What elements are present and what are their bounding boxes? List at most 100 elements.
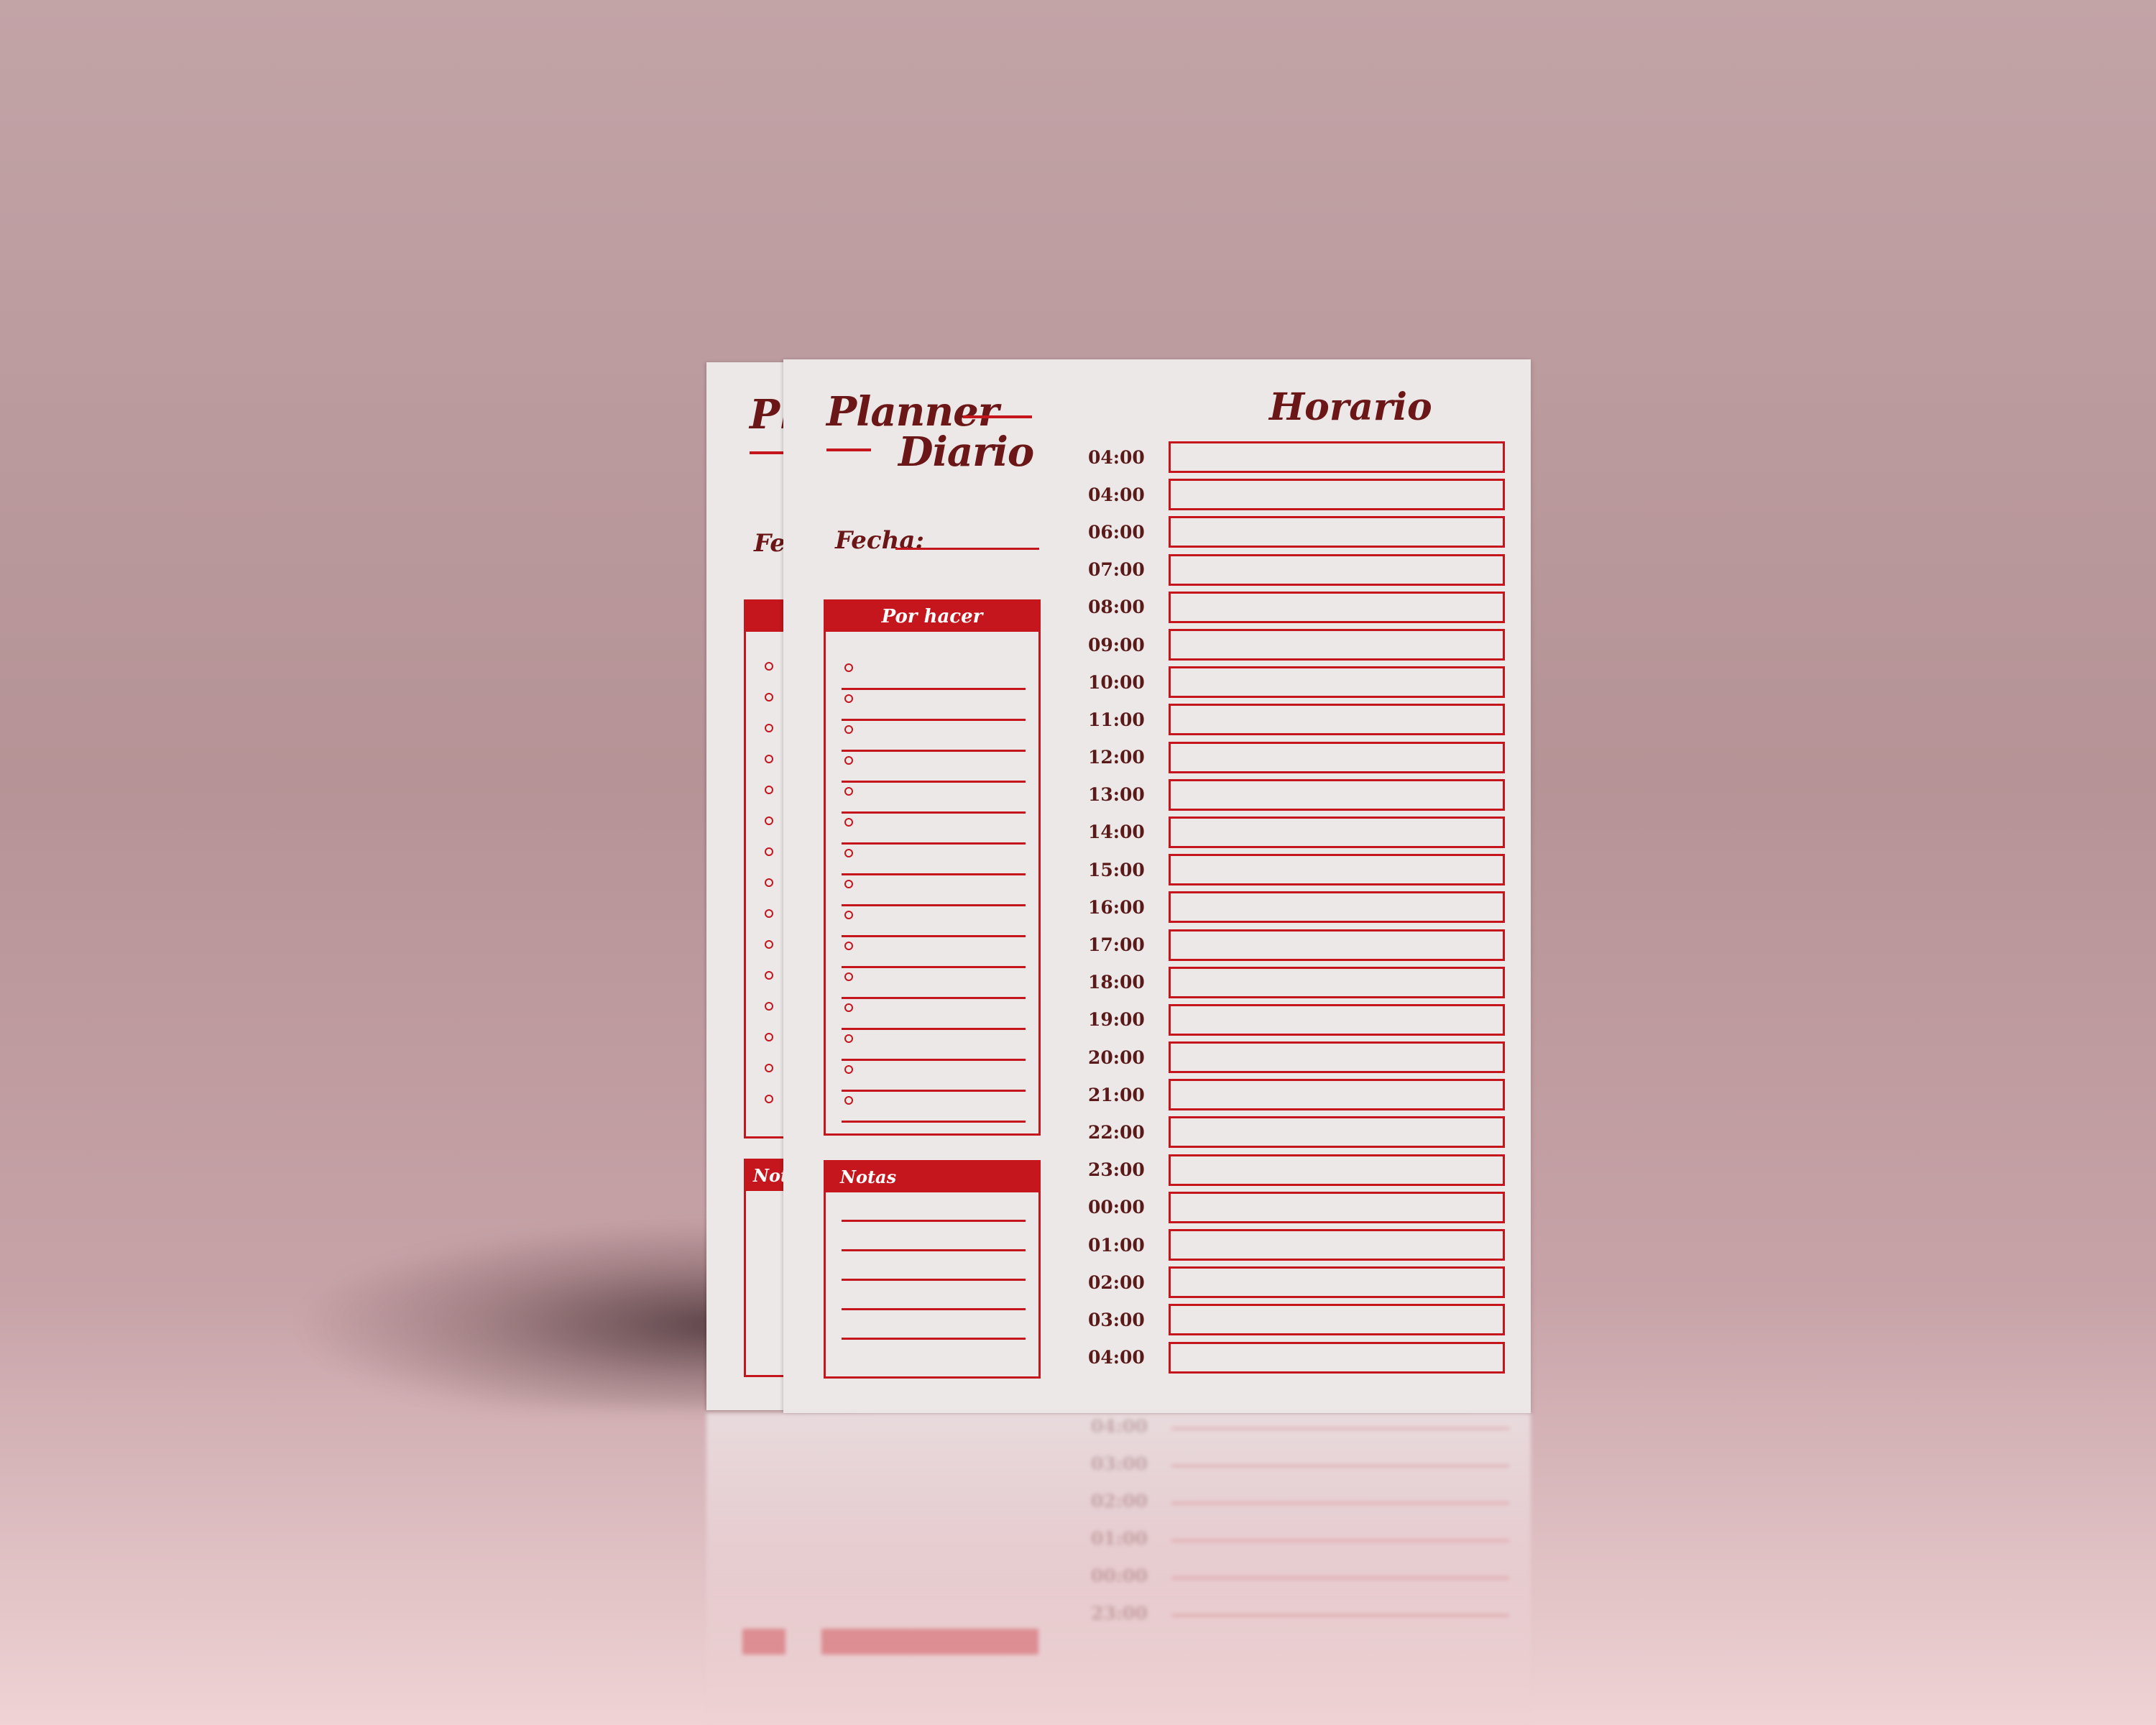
todo-item xyxy=(842,937,1026,968)
schedule-slot: 21:00 xyxy=(1088,1076,1505,1113)
schedule-entry-box xyxy=(1169,741,1505,773)
schedule-slot: 02:00 xyxy=(1088,1264,1505,1301)
fecha-field-line xyxy=(895,548,1039,550)
schedule-slot: 09:00 xyxy=(1088,626,1505,663)
schedule-time: 00:00 xyxy=(1088,1197,1145,1218)
schedule-entry-box xyxy=(1169,891,1505,924)
todo-item xyxy=(842,752,1026,783)
schedule-time: 15:00 xyxy=(1088,859,1145,880)
bullet-icon xyxy=(765,1095,773,1103)
schedule-time: 06:00 xyxy=(1088,521,1145,543)
schedule-slot: 14:00 xyxy=(1088,814,1505,851)
schedule-time: 04:00 xyxy=(1088,446,1145,468)
bullet-icon xyxy=(765,724,773,732)
schedule-time: 18:00 xyxy=(1088,972,1145,993)
schedule-slot: 13:00 xyxy=(1088,776,1505,814)
back-todo-box xyxy=(744,599,787,1138)
schedule-entry-box xyxy=(1169,1229,1505,1261)
schedule-time: 19:00 xyxy=(1088,1009,1145,1031)
schedule-entry-box xyxy=(1169,966,1505,998)
todo-item xyxy=(842,875,1026,906)
schedule-slot: 11:00 xyxy=(1088,701,1505,738)
bullet-icon xyxy=(844,942,853,950)
schedule-time: 16:00 xyxy=(1088,896,1145,918)
bullet-icon xyxy=(844,911,853,919)
bullet-icon xyxy=(844,1065,853,1074)
schedule-time: 01:00 xyxy=(1088,1234,1145,1256)
title-decoration-line xyxy=(963,415,1032,418)
bullet-icon xyxy=(844,818,853,827)
bullet-icon xyxy=(765,1002,773,1011)
schedule-slot: 20:00 xyxy=(1088,1039,1505,1076)
schedule-slot: 01:00 xyxy=(1088,1226,1505,1264)
schedule-entry-box xyxy=(1169,816,1505,848)
schedule-slot: 15:00 xyxy=(1088,851,1505,888)
schedule-time: 21:00 xyxy=(1088,1084,1145,1105)
reflection-time: 02:00 xyxy=(1091,1491,1148,1512)
schedule-time: 03:00 xyxy=(1088,1309,1145,1330)
reflection-header-band xyxy=(742,1629,786,1655)
todo-item xyxy=(842,1092,1026,1123)
bullet-icon xyxy=(765,878,773,887)
bullet-icon xyxy=(765,693,773,702)
schedule-entry-box xyxy=(1169,1079,1505,1111)
title-diario: Diario xyxy=(898,428,1034,476)
schedule-slot: 10:00 xyxy=(1088,663,1505,701)
reflection-line xyxy=(1171,1465,1509,1467)
todo-item xyxy=(842,999,1026,1030)
reflection-header-band xyxy=(821,1629,1038,1655)
reflection-line xyxy=(1171,1614,1509,1616)
reflection-line xyxy=(1171,1427,1509,1430)
reflection-time: 01:00 xyxy=(1091,1528,1148,1549)
schedule-time: 22:00 xyxy=(1088,1121,1145,1143)
schedule-time: 17:00 xyxy=(1088,934,1145,956)
bullet-icon xyxy=(844,972,853,981)
schedule-entry-box xyxy=(1169,1003,1505,1036)
schedule-entry-box xyxy=(1169,1304,1505,1336)
notes-line xyxy=(842,1281,1026,1310)
schedule-slot: 04:00 xyxy=(1088,438,1505,476)
schedule-entry-box xyxy=(1169,553,1505,586)
schedule-time: 11:00 xyxy=(1088,709,1145,730)
bullet-icon xyxy=(765,909,773,918)
schedule-entry-box xyxy=(1169,854,1505,886)
schedule-entry-box xyxy=(1169,441,1505,474)
schedule-entry-box xyxy=(1169,778,1505,811)
schedule-time: 14:00 xyxy=(1088,822,1145,843)
notes-header: Notas xyxy=(826,1162,1038,1192)
schedule-list: 04:00 04:00 06:00 07:00 08:00 09:00 10:00 11:00… xyxy=(1088,438,1505,1376)
todo-header: Por hacer xyxy=(826,602,1038,632)
schedule-time: 08:00 xyxy=(1088,597,1145,618)
bullet-icon xyxy=(765,940,773,949)
notes-box: Notas xyxy=(824,1160,1041,1379)
notes-line xyxy=(842,1192,1026,1222)
todo-item xyxy=(842,783,1026,814)
todo-box: Por hacer xyxy=(824,599,1041,1136)
bullet-icon xyxy=(844,849,853,857)
bullet-icon xyxy=(844,756,853,765)
schedule-time: 23:00 xyxy=(1088,1159,1145,1181)
schedule-time: 09:00 xyxy=(1088,634,1145,656)
schedule-entry-box xyxy=(1169,1266,1505,1299)
bullet-icon xyxy=(765,1033,773,1041)
schedule-entry-box xyxy=(1169,1154,1505,1186)
reflection-line xyxy=(1171,1577,1509,1579)
reflection-time: 04:00 xyxy=(1091,1416,1148,1437)
bullet-icon xyxy=(844,694,853,703)
reflection-line xyxy=(1171,1540,1509,1542)
front-planner-sheet: Planner Diario Fecha: Por hacer Notas Ho… xyxy=(783,359,1531,1413)
schedule-slot: 08:00 xyxy=(1088,589,1505,626)
schedule-time: 04:00 xyxy=(1088,1347,1145,1368)
schedule-time: 12:00 xyxy=(1088,747,1145,768)
todo-item xyxy=(842,845,1026,875)
fecha-label: Fecha: xyxy=(835,526,924,555)
schedule-entry-box xyxy=(1169,591,1505,623)
schedule-time: 13:00 xyxy=(1088,784,1145,806)
todo-item xyxy=(842,659,1026,690)
schedule-time: 10:00 xyxy=(1088,671,1145,693)
schedule-entry-box xyxy=(1169,1116,1505,1149)
bullet-icon xyxy=(844,787,853,796)
bullet-icon xyxy=(765,816,773,825)
schedule-entry-box xyxy=(1169,479,1505,511)
bullet-icon xyxy=(765,786,773,794)
